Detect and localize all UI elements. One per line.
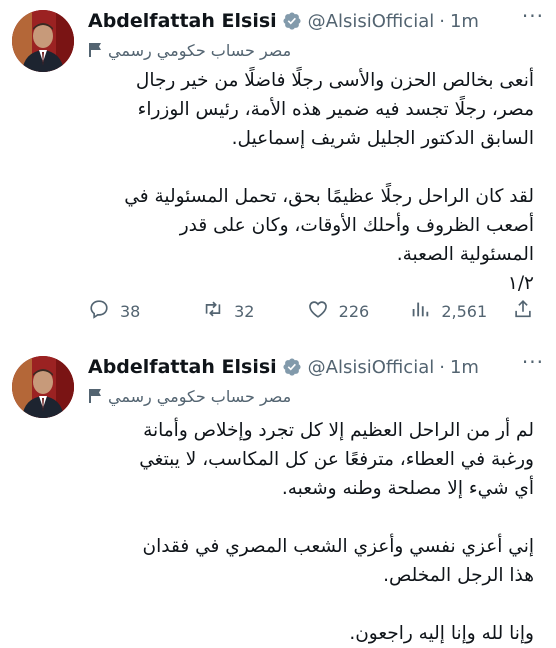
tweet-1[interactable]: Abdelfattah Elsisi @AlsisiOfficial · 1m … <box>0 0 556 338</box>
timestamp[interactable]: 1m <box>450 357 479 378</box>
gov-label-text: مصر حساب حكومي رسمي <box>108 386 292 406</box>
more-icon[interactable]: ··· <box>522 4 544 28</box>
view-count: 2,561 <box>441 301 488 321</box>
like-button[interactable]: 226 <box>307 298 410 324</box>
government-label: مصر حساب حكومي رسمي <box>88 384 291 408</box>
gov-label-text: مصر حساب حكومي رسمي <box>108 40 292 60</box>
views-button[interactable]: 2,561 <box>409 298 512 324</box>
avatar[interactable] <box>12 10 74 72</box>
tweet-header: Abdelfattah Elsisi @AlsisiOfficial · 1m <box>88 8 544 34</box>
retweet-button[interactable]: 32 <box>202 298 307 324</box>
share-icon <box>512 298 534 324</box>
author-name[interactable]: Abdelfattah Elsisi <box>88 356 277 378</box>
verified-badge-icon <box>282 357 302 377</box>
flag-icon <box>88 42 102 58</box>
author-name[interactable]: Abdelfattah Elsisi <box>88 10 277 32</box>
government-label: مصر حساب حكومي رسمي <box>88 38 291 62</box>
avatar[interactable] <box>12 356 74 418</box>
author-handle[interactable]: @AlsisiOfficial <box>308 11 435 32</box>
tweet-2[interactable]: Abdelfattah Elsisi @AlsisiOfficial · 1m … <box>0 346 556 644</box>
timestamp[interactable]: 1m <box>450 11 479 32</box>
avatar-image <box>12 10 74 72</box>
share-button[interactable] <box>512 298 534 324</box>
like-count: 226 <box>338 301 370 321</box>
flag-icon <box>88 388 102 404</box>
separator-dot: · <box>439 356 445 378</box>
retweet-count: 32 <box>234 301 255 321</box>
verified-badge-icon <box>282 11 302 31</box>
like-icon <box>307 298 329 324</box>
views-icon <box>409 298 431 324</box>
action-bar: 38 32 226 2,561 <box>88 297 534 325</box>
tweet-header: Abdelfattah Elsisi @AlsisiOfficial · 1m <box>88 354 544 380</box>
tweet-body: لم أر من الراحل العظيم إلا كل تجرد وإخلا… <box>139 420 534 644</box>
more-icon[interactable]: ··· <box>522 350 544 374</box>
reply-button[interactable]: 38 <box>88 298 202 324</box>
avatar-image <box>12 356 74 418</box>
retweet-icon <box>202 298 224 324</box>
author-handle[interactable]: @AlsisiOfficial <box>308 357 435 378</box>
tweet-body: أنعى بخالص الحزن والأسى رجلًا فاضلًا من … <box>124 70 534 294</box>
reply-count: 38 <box>120 301 141 321</box>
separator-dot: · <box>439 10 445 32</box>
reply-icon <box>88 298 110 324</box>
